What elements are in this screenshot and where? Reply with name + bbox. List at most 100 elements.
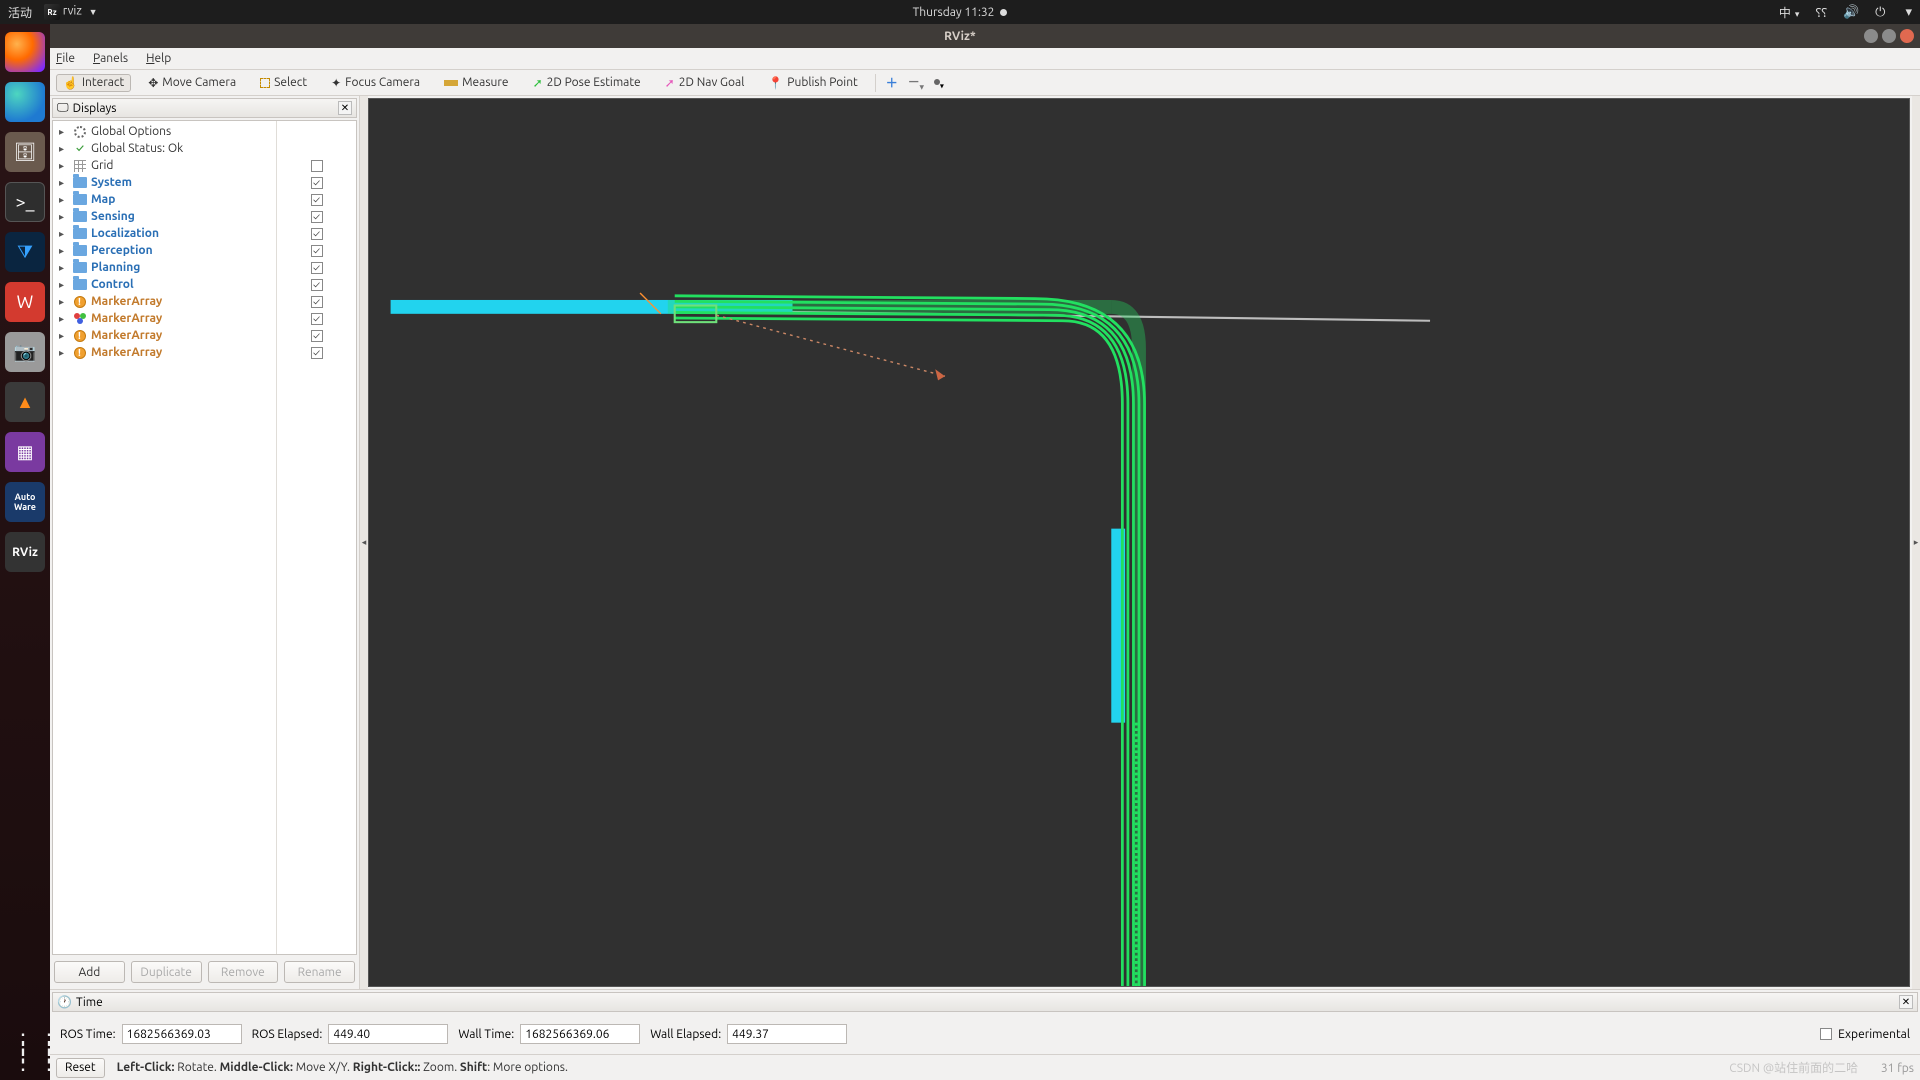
launcher-apps-grid[interactable]: ⋮⋮⋮⋮⋮⋮⋮⋮⋮ [5, 1032, 45, 1072]
input-method-indicator[interactable]: 中▾ [1779, 4, 1800, 21]
displays-panel-title-bar[interactable]: 🖵 Displays ✕ [52, 98, 357, 118]
tool-properties-button[interactable]: ▾ [934, 75, 944, 90]
expand-arrow-icon[interactable]: ▸ [59, 126, 69, 138]
rename-display-button[interactable]: Rename [284, 961, 355, 983]
launcher-vscode[interactable]: ⧩ [5, 232, 45, 272]
wall-elapsed-field[interactable] [727, 1024, 847, 1044]
launcher-firefox[interactable] [5, 32, 45, 72]
expand-arrow-icon[interactable]: ▸ [59, 347, 69, 359]
display-tree-item[interactable]: ▸Sensing [53, 208, 276, 225]
right-splitter[interactable]: ▸ [1912, 96, 1920, 989]
display-visibility-checkbox[interactable] [311, 194, 323, 206]
display-visibility-checkbox[interactable] [311, 211, 323, 223]
displays-panel-close-button[interactable]: ✕ [338, 101, 352, 115]
launcher-edge[interactable] [5, 82, 45, 122]
system-menu-chevron-icon[interactable]: ▾ [1905, 5, 1912, 20]
ros-time-field[interactable] [122, 1024, 242, 1044]
time-panel-close-button[interactable]: ✕ [1899, 995, 1913, 1009]
time-panel-title-bar[interactable]: 🕐 Time ✕ [52, 992, 1918, 1012]
expand-arrow-icon[interactable]: ▸ [59, 177, 69, 189]
launcher-media[interactable]: ▦ [5, 432, 45, 472]
expand-arrow-icon[interactable]: ▸ [59, 296, 69, 308]
3d-viewport[interactable] [368, 98, 1910, 987]
display-tree-item[interactable]: ▸Control [53, 276, 276, 293]
clock[interactable]: Thursday 11:32 [913, 6, 1008, 19]
tool-focus-camera[interactable]: ✦ Focus Camera [324, 74, 427, 92]
display-tree-item[interactable]: ▸Grid [53, 157, 276, 174]
add-tool-button[interactable]: ＋ [886, 74, 898, 91]
expand-arrow-icon[interactable]: ▸ [59, 279, 69, 291]
launcher-vlc[interactable]: ▲ [5, 382, 45, 422]
expand-arrow-icon[interactable]: ▸ [59, 262, 69, 274]
display-tree-item[interactable]: ▸✓Global Status: Ok [53, 140, 276, 157]
display-visibility-checkbox[interactable] [311, 313, 323, 325]
display-tree-item[interactable]: ▸MarkerArray [53, 293, 276, 310]
activities-button[interactable]: 活动 [8, 4, 32, 21]
tool-measure[interactable]: Measure [437, 74, 515, 91]
tool-publish-point[interactable]: 📍 Publish Point [761, 74, 864, 92]
display-tree-item[interactable]: ▸MarkerArray [53, 327, 276, 344]
ros-elapsed-field[interactable] [328, 1024, 448, 1044]
expand-arrow-icon[interactable]: ▸ [59, 330, 69, 342]
tool-2d-pose-estimate[interactable]: ➚ 2D Pose Estimate [526, 74, 648, 92]
window-maximize-button[interactable] [1882, 29, 1896, 43]
expand-arrow-icon[interactable]: ▸ [59, 313, 69, 325]
display-tree-item[interactable]: ▸Localization [53, 225, 276, 242]
remove-display-button[interactable]: Remove [208, 961, 279, 983]
tool-2d-nav-goal[interactable]: ➚ 2D Nav Goal [658, 74, 752, 92]
time-panel-title: Time [76, 996, 103, 1009]
wall-time-field[interactable] [520, 1024, 640, 1044]
launcher-wps[interactable]: W [5, 282, 45, 322]
display-visibility-checkbox[interactable] [311, 279, 323, 291]
display-visibility-checkbox[interactable] [311, 228, 323, 240]
display-tree-item[interactable]: ▸System [53, 174, 276, 191]
display-tree-item[interactable]: ▸Planning [53, 259, 276, 276]
panel-icon: 🖵 [57, 101, 69, 115]
window-minimize-button[interactable] [1864, 29, 1878, 43]
launcher-rviz[interactable]: RViz [5, 532, 45, 572]
display-tree-item[interactable]: ▸Map [53, 191, 276, 208]
expand-arrow-icon[interactable]: ▸ [59, 211, 69, 223]
app-menu[interactable]: Rz rviz ▼ [44, 4, 98, 20]
display-tree-item[interactable]: ▸MarkerArray [53, 344, 276, 361]
display-visibility-checkbox[interactable] [311, 347, 323, 359]
display-visibility-checkbox[interactable] [311, 296, 323, 308]
left-splitter[interactable]: ◂ [360, 96, 368, 989]
launcher-camera[interactable]: 📷 [5, 332, 45, 372]
expand-arrow-icon[interactable]: ▸ [59, 143, 69, 155]
tool-move-camera[interactable]: ✥ Move Camera [141, 74, 243, 92]
tool-publish-point-label: Publish Point [787, 76, 857, 89]
display-visibility-checkbox[interactable] [311, 160, 323, 172]
reset-button[interactable]: Reset [56, 1058, 105, 1078]
menu-help[interactable]: Help [146, 52, 171, 65]
display-tree-item[interactable]: ▸MarkerArray [53, 310, 276, 327]
menubar: File Panels Help [50, 48, 1920, 70]
expand-arrow-icon[interactable]: ▸ [59, 245, 69, 257]
fps-readout: 31 fps [1881, 1062, 1914, 1075]
remove-tool-button[interactable]: －▾ [908, 73, 924, 91]
duplicate-display-button[interactable]: Duplicate [131, 961, 202, 983]
menu-file[interactable]: File [56, 52, 75, 65]
launcher-files[interactable]: 🗄 [5, 132, 45, 172]
menu-panels[interactable]: Panels [93, 52, 128, 65]
launcher-autoware[interactable]: AutoWare [5, 482, 45, 522]
display-visibility-checkbox[interactable] [311, 330, 323, 342]
experimental-checkbox[interactable] [1820, 1028, 1832, 1040]
volume-icon[interactable]: 🔊 [1843, 5, 1859, 20]
expand-arrow-icon[interactable]: ▸ [59, 194, 69, 206]
power-icon[interactable]: ⏻ [1875, 5, 1885, 20]
window-close-button[interactable] [1900, 29, 1914, 43]
display-visibility-checkbox[interactable] [311, 177, 323, 189]
expand-arrow-icon[interactable]: ▸ [59, 160, 69, 172]
display-tree-item[interactable]: ▸Perception [53, 242, 276, 259]
launcher-terminal[interactable]: >_ [5, 182, 45, 222]
network-icon[interactable]: ⸮⸮ [1815, 3, 1827, 21]
display-tree-item[interactable]: ▸Global Options [53, 123, 276, 140]
expand-arrow-icon[interactable]: ▸ [59, 228, 69, 240]
displays-tree-list[interactable]: ▸Global Options▸✓Global Status: Ok▸Grid▸… [53, 121, 276, 954]
add-display-button[interactable]: Add [54, 961, 125, 983]
tool-select[interactable]: Select [253, 74, 314, 91]
display-visibility-checkbox[interactable] [311, 245, 323, 257]
tool-interact[interactable]: ☝ Interact [56, 74, 131, 92]
display-visibility-checkbox[interactable] [311, 262, 323, 274]
